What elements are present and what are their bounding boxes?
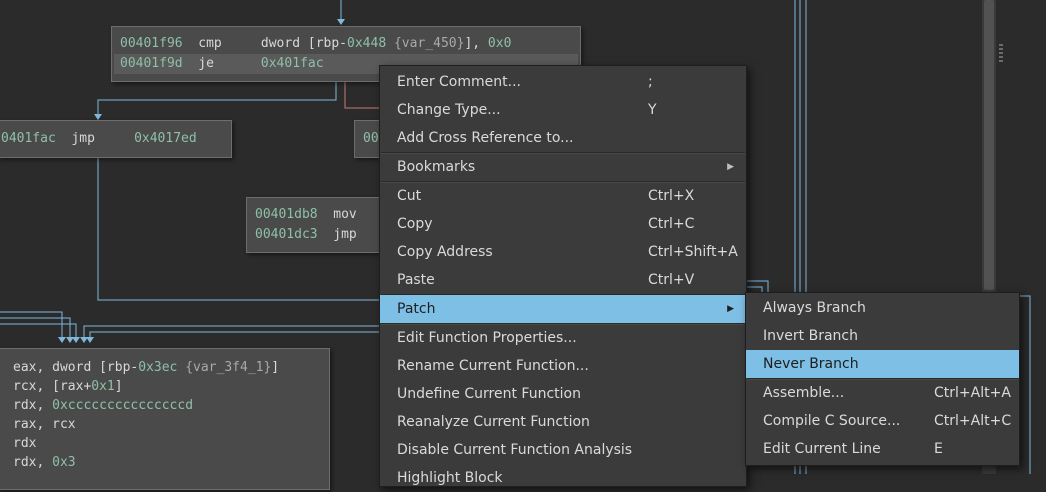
menu-item-undefine-function[interactable]: Undefine Current Function [380, 380, 746, 408]
operand-offset: 0x448 [347, 36, 387, 51]
register: rdx [13, 455, 37, 470]
menu-item-copy-address[interactable]: Copy Address Ctrl+Shift+A [380, 238, 746, 266]
menu-item-copy[interactable]: Copy Ctrl+C [380, 210, 746, 238]
operand-imm: 0x1 [91, 379, 115, 394]
operand-reg: rbp- [315, 36, 348, 51]
operand: dword [ [260, 36, 316, 51]
operand-var: {var_450} [386, 36, 465, 51]
asm-line[interactable]: eax, dword [rbp-0x3ec {var_3f4_1}] [13, 358, 279, 378]
asm-line[interactable]: 00401f96 cmp dword [rbp-0x448 {var_450}]… [120, 34, 511, 54]
operand-close: ], [464, 36, 488, 51]
menu-item-edit-current-line[interactable]: Edit Current Line E [746, 435, 1019, 463]
operand-close: ] [271, 360, 280, 375]
address: 00401dc3 [255, 227, 318, 242]
asm-line[interactable]: rax, rcx [13, 415, 76, 435]
operand-imm: 0xcccccccccccccccd [52, 398, 194, 413]
mnemonic: je [198, 56, 214, 71]
address: 00401f96 [120, 36, 183, 51]
asm-line[interactable]: rcx, [rax+0x1] [13, 377, 123, 397]
menu-item-bookmarks[interactable]: Bookmarks ▶ [380, 153, 746, 181]
menu-item-always-branch[interactable]: Always Branch [746, 294, 1019, 322]
operand: , [36, 398, 53, 413]
register: rdx [13, 398, 37, 413]
menu-item-compile-c-source[interactable]: Compile C Source... Ctrl+Alt+C [746, 407, 1019, 435]
menu-item-patch[interactable]: Patch ▶ [380, 295, 746, 323]
mnemonic: jmp [333, 227, 357, 242]
chevron-right-icon: ▶ [727, 304, 734, 314]
asm-line[interactable]: 00 [363, 129, 379, 149]
operand: , [rax+ [36, 379, 92, 394]
menu-item-disable-function-analysis[interactable]: Disable Current Function Analysis [380, 436, 746, 464]
jump-target[interactable]: 0x4017ed [134, 131, 197, 146]
register: rax [13, 417, 37, 432]
asm-line[interactable]: 00401dc3 jmp [255, 225, 357, 245]
address: 00401f9d [120, 56, 183, 71]
menu-item-paste[interactable]: Paste Ctrl+V [380, 266, 746, 294]
menu-item-add-cross-reference[interactable]: Add Cross Reference to... [380, 124, 746, 152]
asm-line[interactable]: 00401db8 mov [255, 205, 357, 225]
chevron-right-icon: ▶ [727, 162, 734, 172]
context-menu: Enter Comment...; Change Type... Y Add Cr… [379, 65, 747, 487]
operand-imm: 0x3 [52, 455, 76, 470]
operand: , dword [rbp- [36, 360, 139, 375]
basic-block-mov[interactable]: 00401db8 mov 00401dc3 jmp [246, 197, 398, 253]
basic-block-jmp[interactable]: 0401fac jmp 0x4017ed [0, 120, 232, 158]
operand-offset: 0x3ec [138, 360, 178, 375]
asm-line[interactable]: rdx, 0x3 [13, 453, 76, 473]
asm-line[interactable]: rdx [13, 434, 36, 454]
asm-line[interactable]: rdx, 0xcccccccccccccccd [13, 396, 193, 416]
graph-view[interactable]: 00401f96 cmp dword [rbp-0x448 {var_450}]… [0, 0, 1046, 490]
jump-target[interactable]: 0x401fac [261, 56, 324, 71]
menu-item-rename-function[interactable]: Rename Current Function... [380, 352, 746, 380]
operand-var: {var_3f4_1} [177, 360, 272, 375]
menu-item-edit-function-properties[interactable]: Edit Function Properties... [380, 324, 746, 352]
mnemonic: cmp [198, 36, 222, 51]
address: 0401fac [1, 131, 56, 146]
register: eax [13, 360, 37, 375]
operand: , [36, 455, 53, 470]
splitter-grip[interactable] [999, 44, 1003, 62]
menu-item-invert-branch[interactable]: Invert Branch [746, 322, 1019, 350]
menu-item-assemble[interactable]: Assemble... Ctrl+Alt+A [746, 379, 1019, 407]
menu-item-reanalyze-function[interactable]: Reanalyze Current Function [380, 408, 746, 436]
address: 00 [363, 131, 379, 146]
menu-item-cut[interactable]: Cut Ctrl+X [380, 182, 746, 210]
mnemonic: mov [333, 207, 357, 222]
operand: , rcx [36, 417, 76, 432]
menu-item-never-branch[interactable]: Never Branch [746, 350, 1019, 378]
basic-block-arith[interactable]: eax, dword [rbp-0x3ec {var_3f4_1}] rcx, … [0, 348, 330, 490]
register: rcx [13, 379, 37, 394]
scrollbar-thumb[interactable] [984, 0, 994, 290]
register: rdx [13, 436, 37, 451]
asm-line[interactable]: 0401fac jmp 0x4017ed [1, 129, 197, 149]
patch-submenu: Always Branch Invert Branch Never Branch… [745, 292, 1020, 466]
operand-close: ] [114, 379, 123, 394]
mnemonic: jmp [71, 131, 95, 146]
menu-item-enter-comment[interactable]: Enter Comment...; [380, 68, 746, 96]
address: 00401db8 [255, 207, 318, 222]
menu-item-change-type[interactable]: Change Type... Y [380, 96, 746, 124]
menu-item-highlight-block[interactable]: Highlight Block [380, 464, 746, 492]
operand-imm: 0x0 [487, 36, 512, 51]
